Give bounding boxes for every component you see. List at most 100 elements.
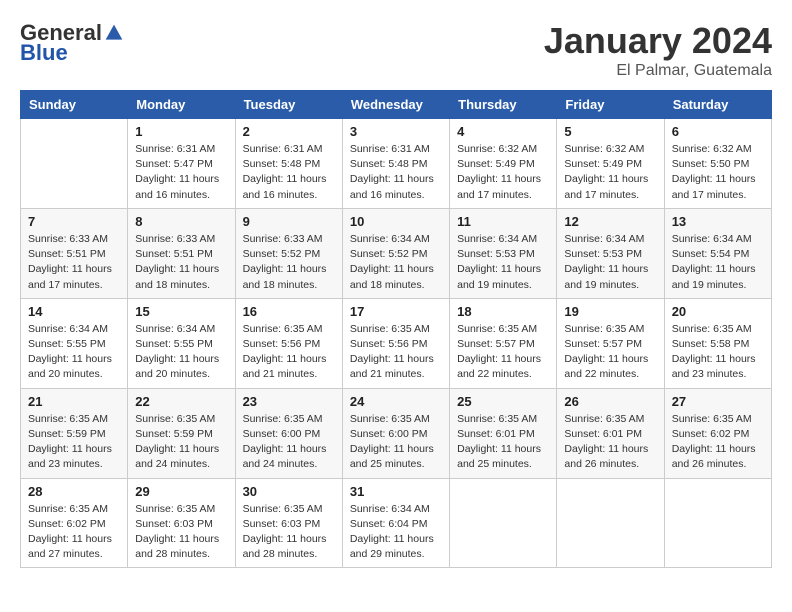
day-number: 3 [350,124,442,139]
day-info: Sunrise: 6:34 AMSunset: 5:55 PMDaylight:… [135,322,227,383]
day-info: Sunrise: 6:35 AMSunset: 5:57 PMDaylight:… [564,322,656,383]
day-info: Sunrise: 6:35 AMSunset: 6:03 PMDaylight:… [243,502,335,563]
logo: General Blue [20,20,124,66]
day-info: Sunrise: 6:35 AMSunset: 5:57 PMDaylight:… [457,322,549,383]
table-row: 27 Sunrise: 6:35 AMSunset: 6:02 PMDaylig… [664,388,771,478]
location-title: El Palmar, Guatemala [544,62,772,80]
day-info: Sunrise: 6:35 AMSunset: 6:02 PMDaylight:… [28,502,120,563]
day-info: Sunrise: 6:35 AMSunset: 6:00 PMDaylight:… [243,412,335,473]
table-row: 31 Sunrise: 6:34 AMSunset: 6:04 PMDaylig… [342,478,449,568]
logo-blue-text: Blue [20,40,68,66]
table-row [557,478,664,568]
calendar-week-row: 28 Sunrise: 6:35 AMSunset: 6:02 PMDaylig… [21,478,772,568]
day-info: Sunrise: 6:35 AMSunset: 5:58 PMDaylight:… [672,322,764,383]
day-number: 4 [457,124,549,139]
day-info: Sunrise: 6:33 AMSunset: 5:51 PMDaylight:… [28,232,120,293]
table-row: 6 Sunrise: 6:32 AMSunset: 5:50 PMDayligh… [664,119,771,209]
day-number: 26 [564,394,656,409]
day-number: 17 [350,304,442,319]
logo-icon [104,23,124,43]
day-number: 27 [672,394,764,409]
day-info: Sunrise: 6:35 AMSunset: 5:59 PMDaylight:… [135,412,227,473]
day-number: 21 [28,394,120,409]
table-row: 14 Sunrise: 6:34 AMSunset: 5:55 PMDaylig… [21,298,128,388]
calendar-week-row: 21 Sunrise: 6:35 AMSunset: 5:59 PMDaylig… [21,388,772,478]
col-saturday: Saturday [664,91,771,119]
day-info: Sunrise: 6:34 AMSunset: 5:54 PMDaylight:… [672,232,764,293]
day-info: Sunrise: 6:35 AMSunset: 5:56 PMDaylight:… [243,322,335,383]
table-row: 26 Sunrise: 6:35 AMSunset: 6:01 PMDaylig… [557,388,664,478]
table-row: 25 Sunrise: 6:35 AMSunset: 6:01 PMDaylig… [450,388,557,478]
day-number: 24 [350,394,442,409]
col-thursday: Thursday [450,91,557,119]
table-row [450,478,557,568]
table-row: 2 Sunrise: 6:31 AMSunset: 5:48 PMDayligh… [235,119,342,209]
day-number: 9 [243,214,335,229]
table-row: 17 Sunrise: 6:35 AMSunset: 5:56 PMDaylig… [342,298,449,388]
day-number: 30 [243,484,335,499]
table-row: 5 Sunrise: 6:32 AMSunset: 5:49 PMDayligh… [557,119,664,209]
table-row: 19 Sunrise: 6:35 AMSunset: 5:57 PMDaylig… [557,298,664,388]
table-row: 29 Sunrise: 6:35 AMSunset: 6:03 PMDaylig… [128,478,235,568]
day-info: Sunrise: 6:35 AMSunset: 6:00 PMDaylight:… [350,412,442,473]
calendar-header-row: Sunday Monday Tuesday Wednesday Thursday… [21,91,772,119]
calendar-week-row: 14 Sunrise: 6:34 AMSunset: 5:55 PMDaylig… [21,298,772,388]
table-row: 11 Sunrise: 6:34 AMSunset: 5:53 PMDaylig… [450,208,557,298]
table-row [664,478,771,568]
col-tuesday: Tuesday [235,91,342,119]
day-info: Sunrise: 6:31 AMSunset: 5:48 PMDaylight:… [350,142,442,203]
calendar-week-row: 7 Sunrise: 6:33 AMSunset: 5:51 PMDayligh… [21,208,772,298]
title-section: January 2024 El Palmar, Guatemala [544,20,772,80]
day-number: 31 [350,484,442,499]
day-number: 10 [350,214,442,229]
day-number: 19 [564,304,656,319]
day-info: Sunrise: 6:35 AMSunset: 6:01 PMDaylight:… [564,412,656,473]
table-row: 15 Sunrise: 6:34 AMSunset: 5:55 PMDaylig… [128,298,235,388]
day-info: Sunrise: 6:31 AMSunset: 5:48 PMDaylight:… [243,142,335,203]
table-row: 28 Sunrise: 6:35 AMSunset: 6:02 PMDaylig… [21,478,128,568]
day-info: Sunrise: 6:34 AMSunset: 6:04 PMDaylight:… [350,502,442,563]
day-number: 8 [135,214,227,229]
table-row [21,119,128,209]
table-row: 10 Sunrise: 6:34 AMSunset: 5:52 PMDaylig… [342,208,449,298]
day-number: 16 [243,304,335,319]
day-number: 5 [564,124,656,139]
day-number: 22 [135,394,227,409]
table-row: 23 Sunrise: 6:35 AMSunset: 6:00 PMDaylig… [235,388,342,478]
day-info: Sunrise: 6:35 AMSunset: 5:59 PMDaylight:… [28,412,120,473]
table-row: 13 Sunrise: 6:34 AMSunset: 5:54 PMDaylig… [664,208,771,298]
day-number: 11 [457,214,549,229]
day-info: Sunrise: 6:34 AMSunset: 5:53 PMDaylight:… [564,232,656,293]
table-row: 8 Sunrise: 6:33 AMSunset: 5:51 PMDayligh… [128,208,235,298]
table-row: 20 Sunrise: 6:35 AMSunset: 5:58 PMDaylig… [664,298,771,388]
day-info: Sunrise: 6:34 AMSunset: 5:52 PMDaylight:… [350,232,442,293]
day-number: 28 [28,484,120,499]
table-row: 3 Sunrise: 6:31 AMSunset: 5:48 PMDayligh… [342,119,449,209]
calendar-table: Sunday Monday Tuesday Wednesday Thursday… [20,90,772,568]
table-row: 4 Sunrise: 6:32 AMSunset: 5:49 PMDayligh… [450,119,557,209]
day-number: 13 [672,214,764,229]
day-number: 18 [457,304,549,319]
day-info: Sunrise: 6:33 AMSunset: 5:51 PMDaylight:… [135,232,227,293]
table-row: 24 Sunrise: 6:35 AMSunset: 6:00 PMDaylig… [342,388,449,478]
table-row: 7 Sunrise: 6:33 AMSunset: 5:51 PMDayligh… [21,208,128,298]
day-number: 2 [243,124,335,139]
day-info: Sunrise: 6:32 AMSunset: 5:49 PMDaylight:… [457,142,549,203]
col-wednesday: Wednesday [342,91,449,119]
day-info: Sunrise: 6:33 AMSunset: 5:52 PMDaylight:… [243,232,335,293]
table-row: 16 Sunrise: 6:35 AMSunset: 5:56 PMDaylig… [235,298,342,388]
col-monday: Monday [128,91,235,119]
day-number: 15 [135,304,227,319]
day-number: 12 [564,214,656,229]
table-row: 30 Sunrise: 6:35 AMSunset: 6:03 PMDaylig… [235,478,342,568]
day-number: 20 [672,304,764,319]
calendar-week-row: 1 Sunrise: 6:31 AMSunset: 5:47 PMDayligh… [21,119,772,209]
day-info: Sunrise: 6:32 AMSunset: 5:49 PMDaylight:… [564,142,656,203]
day-info: Sunrise: 6:35 AMSunset: 6:02 PMDaylight:… [672,412,764,473]
col-friday: Friday [557,91,664,119]
day-number: 7 [28,214,120,229]
table-row: 18 Sunrise: 6:35 AMSunset: 5:57 PMDaylig… [450,298,557,388]
day-info: Sunrise: 6:35 AMSunset: 6:03 PMDaylight:… [135,502,227,563]
table-row: 12 Sunrise: 6:34 AMSunset: 5:53 PMDaylig… [557,208,664,298]
day-number: 6 [672,124,764,139]
